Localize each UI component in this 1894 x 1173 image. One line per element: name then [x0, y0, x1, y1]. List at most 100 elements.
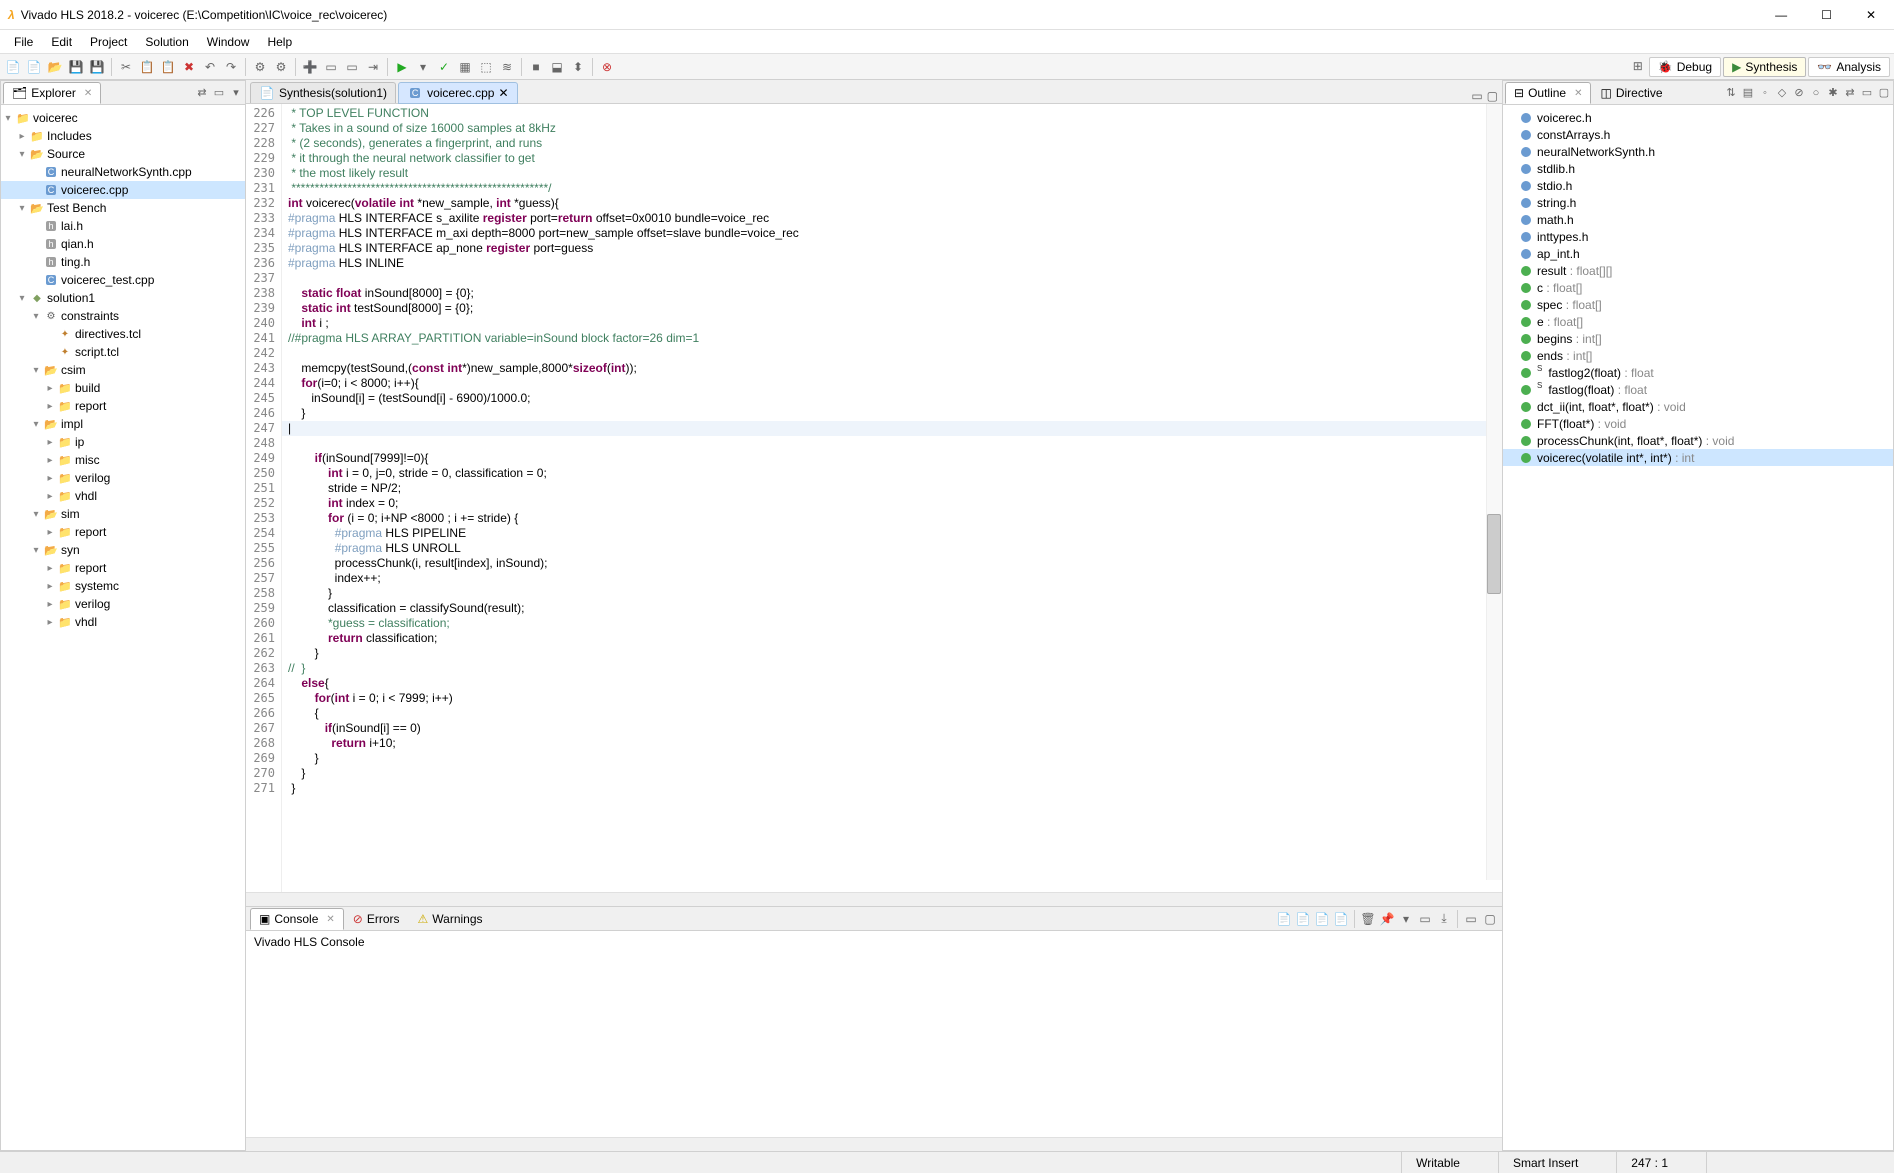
outline-item[interactable]: FFT(float*) : void [1503, 415, 1893, 432]
menu-solution[interactable]: Solution [137, 33, 196, 51]
con-icon[interactable]: 📄 [1314, 911, 1330, 927]
filter-icon[interactable]: ▤ [1741, 86, 1755, 100]
copy-icon[interactable]: 📋 [138, 58, 156, 76]
save-icon[interactable]: 💾 [67, 58, 85, 76]
con-icon[interactable]: 📄 [1295, 911, 1311, 927]
tree-node[interactable]: ▸Includes [1, 127, 245, 145]
tree-node[interactable]: script.tcl [1, 343, 245, 361]
close-icon[interactable]: ✕ [1574, 88, 1582, 99]
close-button[interactable]: ✕ [1856, 4, 1886, 26]
project-settings-icon[interactable]: ⚙ [251, 58, 269, 76]
tree-node[interactable]: ▾impl [1, 415, 245, 433]
undo-icon[interactable]: ↶ [201, 58, 219, 76]
warnings-tab[interactable]: ⚠Warnings [409, 908, 492, 929]
link-icon[interactable]: ⇄ [1843, 86, 1857, 100]
tree-node[interactable]: ▾voicerec [1, 109, 245, 127]
outline-item[interactable]: processChunk(int, float*, float*) : void [1503, 432, 1893, 449]
close-icon[interactable]: ✕ [84, 88, 92, 99]
compare-icon[interactable]: ⬚ [477, 58, 495, 76]
clear-icon[interactable]: 🗑 [1360, 911, 1376, 927]
outline-item[interactable]: result : float[][] [1503, 262, 1893, 279]
directive-tab[interactable]: ◫Directive [1591, 82, 1671, 103]
scrollbar-thumb[interactable] [1487, 514, 1501, 594]
outline-item[interactable]: spec : float[] [1503, 296, 1893, 313]
outline-item[interactable]: ap_int.h [1503, 245, 1893, 262]
grid-icon[interactable]: ▦ [456, 58, 474, 76]
open-wave-icon[interactable]: ⊗ [598, 58, 616, 76]
maximize-icon[interactable]: ▢ [1487, 89, 1498, 103]
outline-item[interactable]: Sfastlog2(float) : float [1503, 364, 1893, 381]
tree-node[interactable]: ▸report [1, 397, 245, 415]
open-icon[interactable]: 📂 [46, 58, 64, 76]
menu-file[interactable]: File [6, 33, 41, 51]
outline-item[interactable]: constArrays.h [1503, 126, 1893, 143]
explorer-tree[interactable]: ▾voicerec▸Includes▾SourceneuralNetworkSy… [1, 105, 245, 1150]
tree-node[interactable]: ▾syn [1, 541, 245, 559]
tree-node[interactable]: ▾constraints [1, 307, 245, 325]
tree-node[interactable]: ▸report [1, 559, 245, 577]
tree-node[interactable]: qian.h [1, 235, 245, 253]
outline-item[interactable]: string.h [1503, 194, 1893, 211]
tree-node[interactable]: ▾Source [1, 145, 245, 163]
maximize-button[interactable]: ☐ [1811, 4, 1842, 26]
tree-node[interactable]: ▾sim [1, 505, 245, 523]
outline-item[interactable]: c : float[] [1503, 279, 1893, 296]
sim-icon[interactable]: ▭ [322, 58, 340, 76]
editor-tab-voicerec[interactable]: voicerec.cpp ✕ [398, 82, 517, 104]
tree-node[interactable]: ▸build [1, 379, 245, 397]
hide-fields-icon[interactable]: ◦ [1758, 86, 1772, 100]
group-icon[interactable]: ○ [1809, 86, 1823, 100]
redo-icon[interactable]: ↷ [222, 58, 240, 76]
scroll-lock-icon[interactable]: ⤓ [1436, 911, 1452, 927]
tree-node[interactable]: ▸ip [1, 433, 245, 451]
new-icon[interactable]: 📄 [4, 58, 22, 76]
export-icon[interactable]: ⇥ [364, 58, 382, 76]
delete-icon[interactable]: ✖ [180, 58, 198, 76]
outline-item[interactable]: neuralNetworkSynth.h [1503, 143, 1893, 160]
outline-item[interactable]: dct_ii(int, float*, float*) : void [1503, 398, 1893, 415]
hide-nonpublic-icon[interactable]: ⊘ [1792, 86, 1806, 100]
tree-node[interactable]: ▸misc [1, 451, 245, 469]
perspective-synthesis[interactable]: ▶Synthesis [1723, 57, 1806, 77]
outline-item[interactable]: stdlib.h [1503, 160, 1893, 177]
explorer-tab[interactable]: 🗂 Explorer ✕ [3, 82, 101, 104]
outline-item[interactable]: math.h [1503, 211, 1893, 228]
errors-tab[interactable]: ⊘Errors [344, 908, 409, 929]
schedule-icon[interactable]: ⬍ [569, 58, 587, 76]
outline-item[interactable]: Sfastlog(float) : float [1503, 381, 1893, 398]
con-icon[interactable]: 📄 [1276, 911, 1292, 927]
minimize-button[interactable]: — [1765, 4, 1797, 26]
run-icon[interactable]: ▶ [393, 58, 411, 76]
minimize-icon[interactable]: ▭ [1471, 89, 1482, 103]
outline-item[interactable]: stdio.h [1503, 177, 1893, 194]
link-icon[interactable]: ⇄ [195, 86, 209, 100]
tree-node[interactable]: ▸systemc [1, 577, 245, 595]
console-tab[interactable]: ▣Console✕ [250, 908, 344, 930]
editor-tab-synthesis[interactable]: 📄 Synthesis(solution1) [250, 82, 396, 103]
outline-item[interactable]: voicerec(volatile int*, int*) : int [1503, 449, 1893, 466]
tree-node[interactable]: ▸vhdl [1, 487, 245, 505]
view-menu-icon[interactable]: ▾ [229, 86, 243, 100]
synth-icon[interactable]: ✓ [435, 58, 453, 76]
collapse-icon[interactable]: ✱ [1826, 86, 1840, 100]
tree-node[interactable]: ▸verilog [1, 595, 245, 613]
menu-window[interactable]: Window [199, 33, 258, 51]
close-icon[interactable]: ✕ [326, 914, 334, 925]
outline-list[interactable]: voicerec.hconstArrays.hneuralNetworkSynt… [1503, 105, 1893, 1150]
outline-item[interactable]: begins : int[] [1503, 330, 1893, 347]
tree-node[interactable]: neuralNetworkSynth.cpp [1, 163, 245, 181]
code-editor[interactable]: 2262272282292302312322332342352362372382… [246, 104, 1502, 892]
tree-node[interactable]: ▾solution1 [1, 289, 245, 307]
paste-icon[interactable]: 📋 [159, 58, 177, 76]
tree-node[interactable]: ▸verilog [1, 469, 245, 487]
outline-tab[interactable]: ⊟Outline✕ [1505, 82, 1591, 104]
pin-icon[interactable]: 📌 [1379, 911, 1395, 927]
perspective-menu-icon[interactable]: ⊞ [1629, 57, 1647, 75]
tree-node[interactable]: voicerec.cpp [1, 181, 245, 199]
cut-icon[interactable]: ✂ [117, 58, 135, 76]
perspective-debug[interactable]: 🐞Debug [1649, 57, 1721, 77]
display-icon[interactable]: ▾ [1398, 911, 1414, 927]
run-c-sim-icon[interactable]: ▾ [414, 58, 432, 76]
menu-help[interactable]: Help [259, 33, 300, 51]
tree-node[interactable]: voicerec_test.cpp [1, 271, 245, 289]
